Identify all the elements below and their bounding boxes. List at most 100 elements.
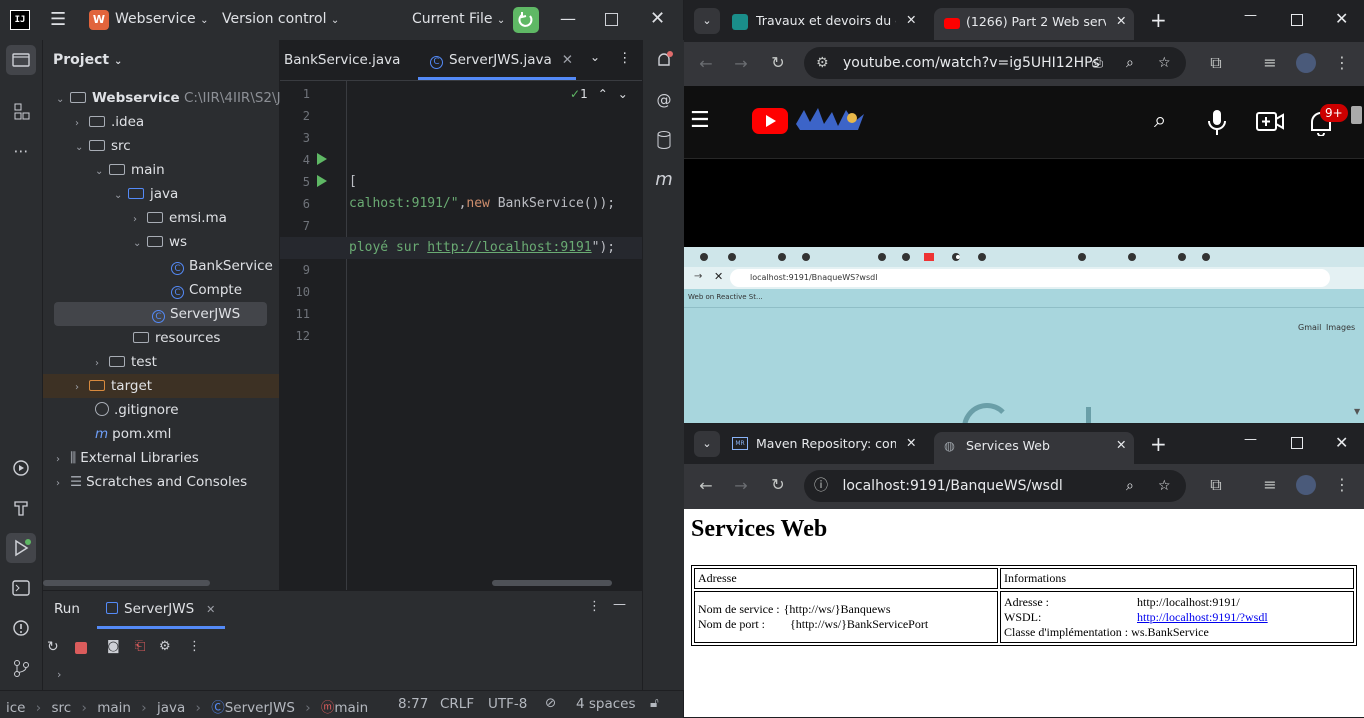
- youtube-doodle-icon[interactable]: [794, 104, 866, 134]
- ai-assistant-icon[interactable]: @: [649, 85, 679, 115]
- project-tool-icon[interactable]: [6, 45, 36, 75]
- indent-setting[interactable]: 4 spaces: [576, 696, 636, 712]
- caret-position[interactable]: 8:77: [398, 696, 428, 712]
- youtube-logo-icon[interactable]: [752, 108, 788, 134]
- breadcrumb-item[interactable]: src: [51, 700, 71, 716]
- info-icon[interactable]: ⓘ: [814, 478, 828, 494]
- bookmark-star-icon[interactable]: ☆: [1158, 47, 1171, 79]
- camera-icon[interactable]: ◙: [107, 639, 120, 654]
- back-icon[interactable]: ←: [694, 54, 718, 73]
- profile-avatar[interactable]: [1296, 53, 1316, 73]
- tree-item-pom[interactable]: m pom.xml: [95, 422, 171, 446]
- exit-icon[interactable]: ⎗: [135, 639, 145, 654]
- hamburger-menu-icon[interactable]: ☰: [690, 108, 710, 133]
- close-icon[interactable]: ✕: [1335, 433, 1348, 452]
- code-line-8[interactable]: ployé sur http://localhost:9191");: [349, 237, 615, 259]
- database-icon[interactable]: [649, 125, 679, 155]
- minimize-icon[interactable]: —: [560, 9, 576, 28]
- tab-services-web[interactable]: ◍ Services Web ✕: [934, 432, 1134, 464]
- maven-tool-icon[interactable]: m: [649, 165, 679, 195]
- reload-icon[interactable]: ↻: [766, 475, 790, 494]
- breadcrumb-item[interactable]: main: [97, 700, 131, 716]
- close-icon[interactable]: ✕: [1335, 9, 1348, 28]
- video-frame[interactable]: → ✕ localhost:9191/BnaqueWS?wsdl Web on …: [684, 247, 1364, 423]
- more-options-icon[interactable]: ⋮: [188, 639, 201, 654]
- microphone-icon[interactable]: [1208, 110, 1226, 140]
- git-tool-icon[interactable]: [6, 653, 36, 683]
- chrome-menu-icon[interactable]: ⋮: [1330, 475, 1354, 494]
- tree-item-gitignore[interactable]: .gitignore: [95, 398, 179, 422]
- tab-search-icon[interactable]: ⌄: [694, 431, 720, 457]
- settings-icon[interactable]: ⚙: [159, 639, 171, 654]
- maximize-icon[interactable]: [1291, 437, 1303, 449]
- scroll-down-arrow-icon[interactable]: ▼: [1354, 407, 1360, 416]
- build-tool-icon[interactable]: [6, 493, 36, 523]
- tree-item-compte[interactable]: C Compte: [171, 278, 242, 302]
- tree-item-external-libraries[interactable]: › ⫼ External Libraries: [56, 446, 199, 470]
- services-tool-icon[interactable]: [6, 453, 36, 483]
- new-tab-icon[interactable]: +: [1150, 432, 1167, 456]
- close-tab-icon[interactable]: ✕: [1116, 13, 1126, 28]
- run-button[interactable]: [513, 7, 539, 33]
- tree-root[interactable]: ⌄ Webservice C:\IIR\4IIR\S2\JEE: [56, 86, 298, 110]
- tree-item-src[interactable]: ⌄ src: [75, 134, 131, 158]
- terminal-tool-icon[interactable]: [6, 573, 36, 603]
- tree-item-main[interactable]: ⌄ main: [95, 158, 165, 182]
- vcs-menu[interactable]: Version control ⌄: [222, 11, 339, 27]
- run-tool-icon[interactable]: [6, 533, 36, 563]
- run-gutter-icon[interactable]: [317, 175, 327, 187]
- close-tab-icon[interactable]: ✕: [906, 435, 916, 450]
- editor-h-scrollbar[interactable]: [492, 580, 612, 586]
- structure-tool-icon[interactable]: [6, 96, 36, 126]
- page-scrollbar-thumb[interactable]: [1351, 106, 1362, 124]
- tabs-dropdown-icon[interactable]: ⌄: [590, 50, 600, 64]
- inspection-widget[interactable]: ✓1 ⌃ ⌄: [570, 87, 628, 101]
- tree-item-java[interactable]: ⌄ java: [114, 182, 178, 206]
- tab-bankservice[interactable]: BankService.java: [284, 52, 400, 68]
- zoom-icon[interactable]: ⌕: [1126, 470, 1134, 502]
- run-gutter-icon[interactable]: [317, 153, 327, 165]
- more-options-icon[interactable]: ⋮: [618, 50, 632, 66]
- code-line-6[interactable]: calhost:9191/",new BankService());: [349, 193, 615, 215]
- tree-item-emsi-ma[interactable]: › emsi.ma: [133, 206, 227, 230]
- breadcrumb-item[interactable]: java: [157, 700, 185, 716]
- close-tab-icon[interactable]: ✕: [562, 52, 573, 68]
- tab-travaux[interactable]: Travaux et devoirs du cours ✕: [728, 5, 928, 37]
- maximize-icon[interactable]: [605, 13, 618, 26]
- tree-item-scratches[interactable]: › ☰ Scratches and Consoles: [56, 470, 247, 494]
- chrome-menu-icon[interactable]: ⋮: [1330, 53, 1354, 72]
- tree-item-ws[interactable]: ⌄ ws: [133, 230, 187, 254]
- lock-icon[interactable]: 🔓︎: [650, 695, 659, 711]
- forward-icon[interactable]: →: [729, 54, 753, 73]
- search-icon[interactable]: ⌕: [1154, 108, 1166, 133]
- file-encoding[interactable]: UTF-8: [488, 696, 527, 712]
- problems-tool-icon[interactable]: [6, 613, 36, 643]
- hide-panel-icon[interactable]: —: [613, 597, 626, 612]
- zoom-icon[interactable]: ⌕: [1126, 47, 1134, 79]
- tab-search-icon[interactable]: ⌄: [694, 8, 720, 34]
- stop-icon[interactable]: [75, 642, 87, 654]
- breadcrumb-item[interactable]: ServerJWS: [225, 700, 295, 716]
- chevron-right-icon[interactable]: ›: [57, 668, 61, 681]
- breadcrumb-item[interactable]: ice: [6, 700, 25, 716]
- address-bar[interactable]: ⓘ localhost:9191/BanqueWS/wsdl ⌕ ☆: [804, 470, 1186, 502]
- close-tab-icon[interactable]: ✕: [906, 12, 916, 27]
- no-inspections-icon[interactable]: ⊘: [545, 695, 556, 711]
- breadcrumb-item[interactable]: main: [334, 700, 368, 716]
- minimize-icon[interactable]: —: [1244, 432, 1257, 447]
- project-panel-title[interactable]: Project ⌄: [53, 52, 122, 68]
- tree-item-bankservice[interactable]: C BankService: [171, 254, 273, 278]
- tree-item-target[interactable]: › target: [43, 374, 279, 398]
- hamburger-menu-icon[interactable]: ☰: [50, 9, 66, 30]
- more-options-icon[interactable]: ⋮: [588, 599, 601, 614]
- maximize-icon[interactable]: [1291, 14, 1303, 26]
- bookmark-star-icon[interactable]: ☆: [1158, 470, 1171, 502]
- install-icon[interactable]: ⎙: [1092, 47, 1103, 79]
- extensions-icon[interactable]: ⧉: [1204, 475, 1228, 495]
- code-url[interactable]: http://localhost:9191: [427, 240, 591, 255]
- tree-item-serverjws[interactable]: C ServerJWS: [54, 302, 267, 326]
- intellij-logo-icon[interactable]: IJ: [10, 10, 30, 30]
- tab-maven-repository[interactable]: MR Maven Repository: com.su ✕: [728, 428, 928, 460]
- run-tab-serverjws[interactable]: ServerJWS ✕: [106, 601, 215, 617]
- extensions-icon[interactable]: ⧉: [1204, 53, 1228, 73]
